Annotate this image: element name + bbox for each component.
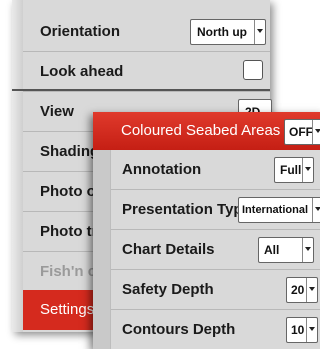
- contours-depth-dropdown[interactable]: 10: [286, 317, 318, 343]
- submenu-header-label: Coloured Seabed Areas: [121, 122, 281, 139]
- menu-item-orientation[interactable]: Orientation North up: [23, 12, 270, 52]
- menu-item-label: View: [40, 103, 74, 120]
- dropdown-separator: [302, 158, 303, 182]
- dropdown-value: All: [264, 243, 280, 257]
- chart-settings-submenu: Coloured Seabed Areas OFF Annotation Ful…: [93, 112, 320, 349]
- chevron-down-icon: [309, 327, 315, 331]
- submenu-item-label: Safety Depth: [122, 281, 214, 298]
- menu-item-label: Orientation: [40, 23, 121, 40]
- chevron-down-icon: [257, 29, 263, 33]
- chevron-down-icon: [315, 207, 320, 211]
- dropdown-value: North up: [197, 25, 247, 39]
- menu-divider: [12, 89, 270, 91]
- dropdown-value: 20: [291, 283, 305, 297]
- dropdown-separator: [254, 20, 255, 44]
- chevron-down-icon: [315, 129, 320, 133]
- look-ahead-checkbox[interactable]: [243, 60, 263, 80]
- orientation-dropdown[interactable]: North up: [190, 19, 266, 45]
- submenu-item-presentation-type[interactable]: Presentation Type International: [111, 190, 320, 230]
- submenu-item-label: Presentation Type: [122, 201, 251, 218]
- chevron-down-icon: [305, 167, 311, 171]
- coloured-seabed-dropdown[interactable]: OFF: [284, 119, 320, 145]
- chart-details-dropdown[interactable]: All: [258, 237, 314, 263]
- submenu-item-label: Annotation: [122, 161, 202, 178]
- safety-depth-dropdown[interactable]: 20: [286, 277, 318, 303]
- submenu-item-label: Contours Depth: [122, 321, 236, 338]
- submenu-item-chart-details[interactable]: Chart Details All: [111, 230, 320, 270]
- menu-item-label: Photo tr: [40, 223, 98, 240]
- dropdown-value: Full: [280, 163, 302, 177]
- dropdown-separator: [306, 318, 307, 342]
- submenu-item-annotation[interactable]: Annotation Full: [111, 150, 320, 190]
- annotation-dropdown[interactable]: Full: [274, 157, 314, 183]
- dropdown-value: 10: [291, 323, 305, 337]
- dropdown-separator: [306, 278, 307, 302]
- dropdown-value: OFF: [289, 125, 313, 139]
- menu-edge-strip: [12, 0, 23, 332]
- submenu-item-coloured-seabed-areas[interactable]: Coloured Seabed Areas OFF: [93, 112, 320, 150]
- menu-item-label: Shading: [40, 143, 100, 160]
- chevron-down-icon: [309, 287, 315, 291]
- dropdown-separator: [312, 120, 313, 144]
- dropdown-separator: [312, 198, 313, 222]
- presentation-type-dropdown[interactable]: International: [238, 197, 320, 223]
- submenu-item-safety-depth[interactable]: Safety Depth 20: [111, 270, 320, 310]
- submenu-edge-strip: [93, 150, 111, 349]
- submenu-item-label: Chart Details: [122, 241, 215, 258]
- chevron-down-icon: [305, 247, 311, 251]
- dropdown-separator: [302, 238, 303, 262]
- dropdown-value: International: [242, 204, 309, 216]
- menu-item-label: Settings: [40, 301, 95, 318]
- menu-item-look-ahead[interactable]: Look ahead: [23, 52, 270, 92]
- menu-item-label: Look ahead: [40, 63, 124, 80]
- submenu-item-contours-depth[interactable]: Contours Depth 10: [111, 310, 320, 349]
